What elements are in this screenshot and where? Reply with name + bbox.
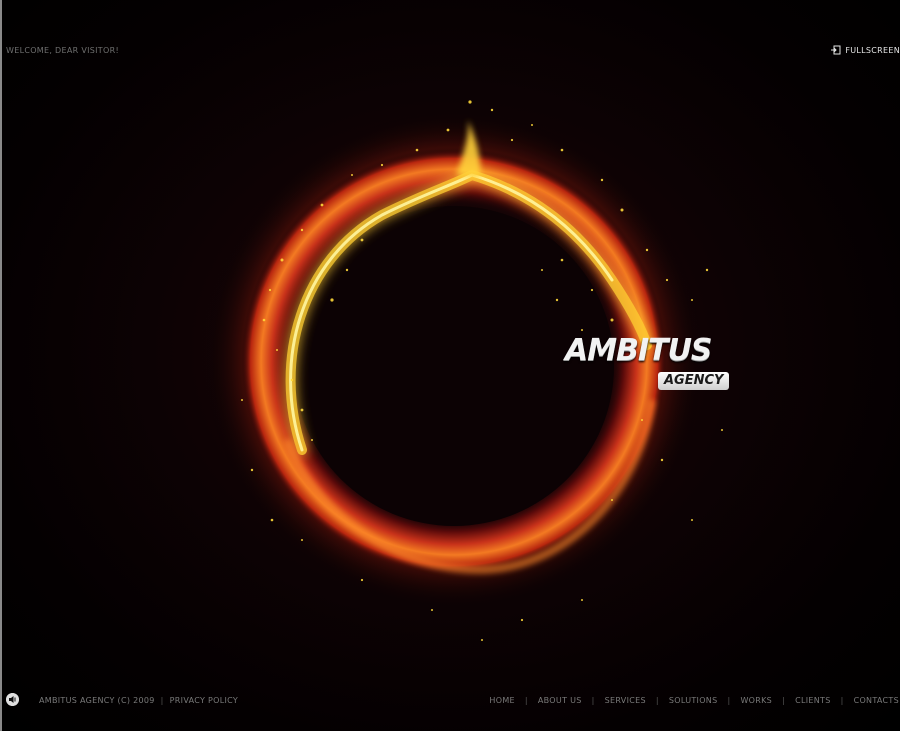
fullscreen-button[interactable]: FULLSCREEN: [831, 45, 900, 55]
nav-about-us[interactable]: ABOUT US: [538, 696, 582, 705]
nav-separator: |: [727, 696, 731, 705]
copyright-group: AMBITUS AGENCY (C) 2009 | PRIVACY POLICY: [39, 696, 238, 705]
nav-solutions[interactable]: SOLUTIONS: [669, 696, 718, 705]
sound-icon[interactable]: [6, 693, 19, 706]
nav-services[interactable]: SERVICES: [605, 696, 646, 705]
brand-logo: AMBITUS AGENCY: [565, 336, 745, 398]
footer-separator: |: [160, 696, 164, 705]
nav-separator: |: [655, 696, 659, 705]
nav-works[interactable]: WORKS: [740, 696, 772, 705]
welcome-text: WELCOME, DEAR VISITOR!: [6, 46, 119, 55]
nav-clients[interactable]: CLIENTS: [795, 696, 831, 705]
nav-separator: |: [591, 696, 595, 705]
nav-separator: |: [782, 696, 786, 705]
nav-separator: |: [524, 696, 528, 705]
privacy-policy-link[interactable]: PRIVACY POLICY: [170, 696, 238, 705]
nav-separator: |: [840, 696, 844, 705]
page-stage: WELCOME, DEAR VISITOR! FULLSCREEN AMBITU…: [0, 0, 900, 731]
logo-subtitle: AGENCY: [658, 372, 730, 390]
nav-home[interactable]: HOME: [489, 696, 514, 705]
fullscreen-label: FULLSCREEN: [845, 45, 900, 55]
copyright-text: AMBITUS AGENCY (C) 2009: [39, 696, 155, 705]
nav-contacts[interactable]: CONTACTS: [854, 696, 899, 705]
fire-ring-artwork: [204, 100, 723, 641]
fullscreen-icon: [831, 45, 841, 55]
logo-title: AMBITUS: [565, 333, 713, 368]
footer: AMBITUS AGENCY (C) 2009 | PRIVACY POLICY…: [2, 686, 900, 716]
footer-nav: HOME | ABOUT US | SERVICES | SOLUTIONS |…: [489, 696, 899, 705]
